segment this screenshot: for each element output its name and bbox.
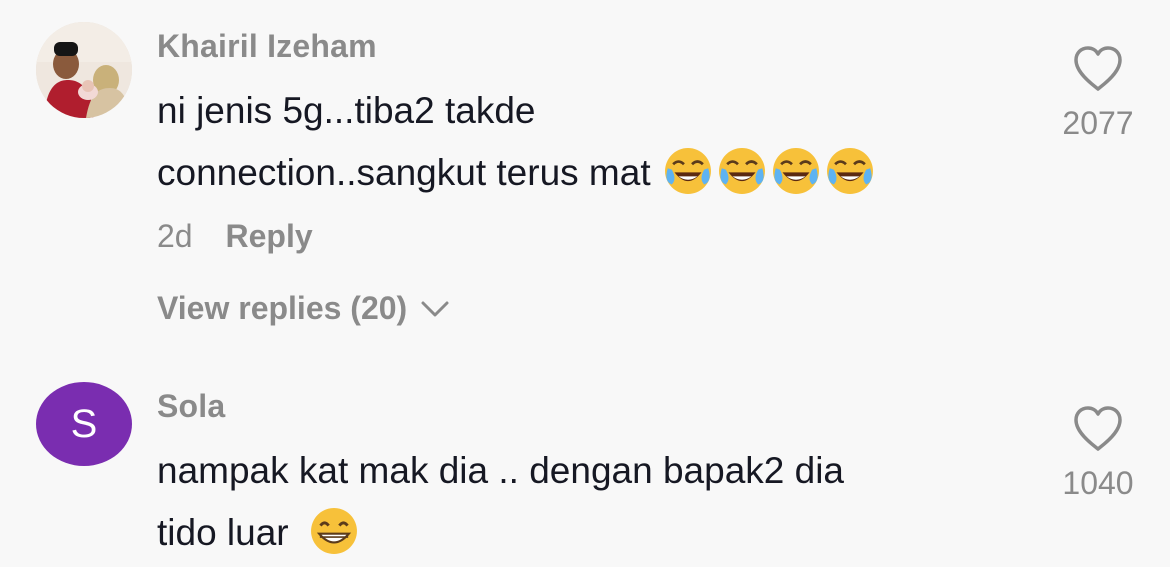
comment-text-line: nampak kat mak dia .. dengan bapak2 dia xyxy=(157,450,845,491)
comment-text-line: tido luar xyxy=(157,512,289,553)
avatar[interactable] xyxy=(36,22,132,118)
like-button[interactable]: 1040 xyxy=(1038,404,1158,502)
comment-text-line: connection..sangkut terus mat xyxy=(157,142,1017,204)
comment-text-line: tido luar xyxy=(157,502,1017,564)
comment-username[interactable]: Khairil Izeham xyxy=(157,28,377,65)
comment-item: S Sola nampak kat mak dia .. dengan bapa… xyxy=(0,350,1170,567)
reply-button[interactable]: Reply xyxy=(225,218,312,254)
avatar[interactable]: S xyxy=(36,382,132,466)
tears-of-joy-emoji-icon xyxy=(718,148,765,195)
comment-meta: 2d Reply xyxy=(157,218,313,255)
like-button[interactable]: 2077 xyxy=(1038,44,1158,142)
like-count: 1040 xyxy=(1062,465,1134,501)
comment-text: nampak kat mak dia .. dengan bapak2 dia … xyxy=(157,440,1017,564)
heart-icon xyxy=(1074,46,1122,91)
comment-username[interactable]: Sola xyxy=(157,388,225,425)
comment-item: Khairil Izeham ni jenis 5g...tiba2 takde… xyxy=(0,0,1170,350)
heart-icon xyxy=(1074,406,1122,451)
comment-text-line: connection..sangkut terus mat xyxy=(157,152,651,193)
tears-of-joy-emoji-icon xyxy=(772,148,819,195)
beaming-face-emoji-icon xyxy=(310,508,357,555)
tears-of-joy-emoji-icon xyxy=(664,148,711,195)
avatar-photo-icon xyxy=(36,22,132,118)
view-replies-button[interactable]: View replies (20) xyxy=(157,290,451,327)
chevron-down-icon xyxy=(421,301,449,316)
view-replies-label: View replies (20) xyxy=(157,290,408,326)
tears-of-joy-emoji-icon xyxy=(826,148,873,195)
comment-text: ni jenis 5g...tiba2 takde connection..sa… xyxy=(157,80,1017,204)
emoji-group xyxy=(651,148,877,195)
like-count: 2077 xyxy=(1062,105,1134,141)
comment-timestamp: 2d xyxy=(157,218,193,254)
comment-text-line: ni jenis 5g...tiba2 takde xyxy=(157,90,536,131)
